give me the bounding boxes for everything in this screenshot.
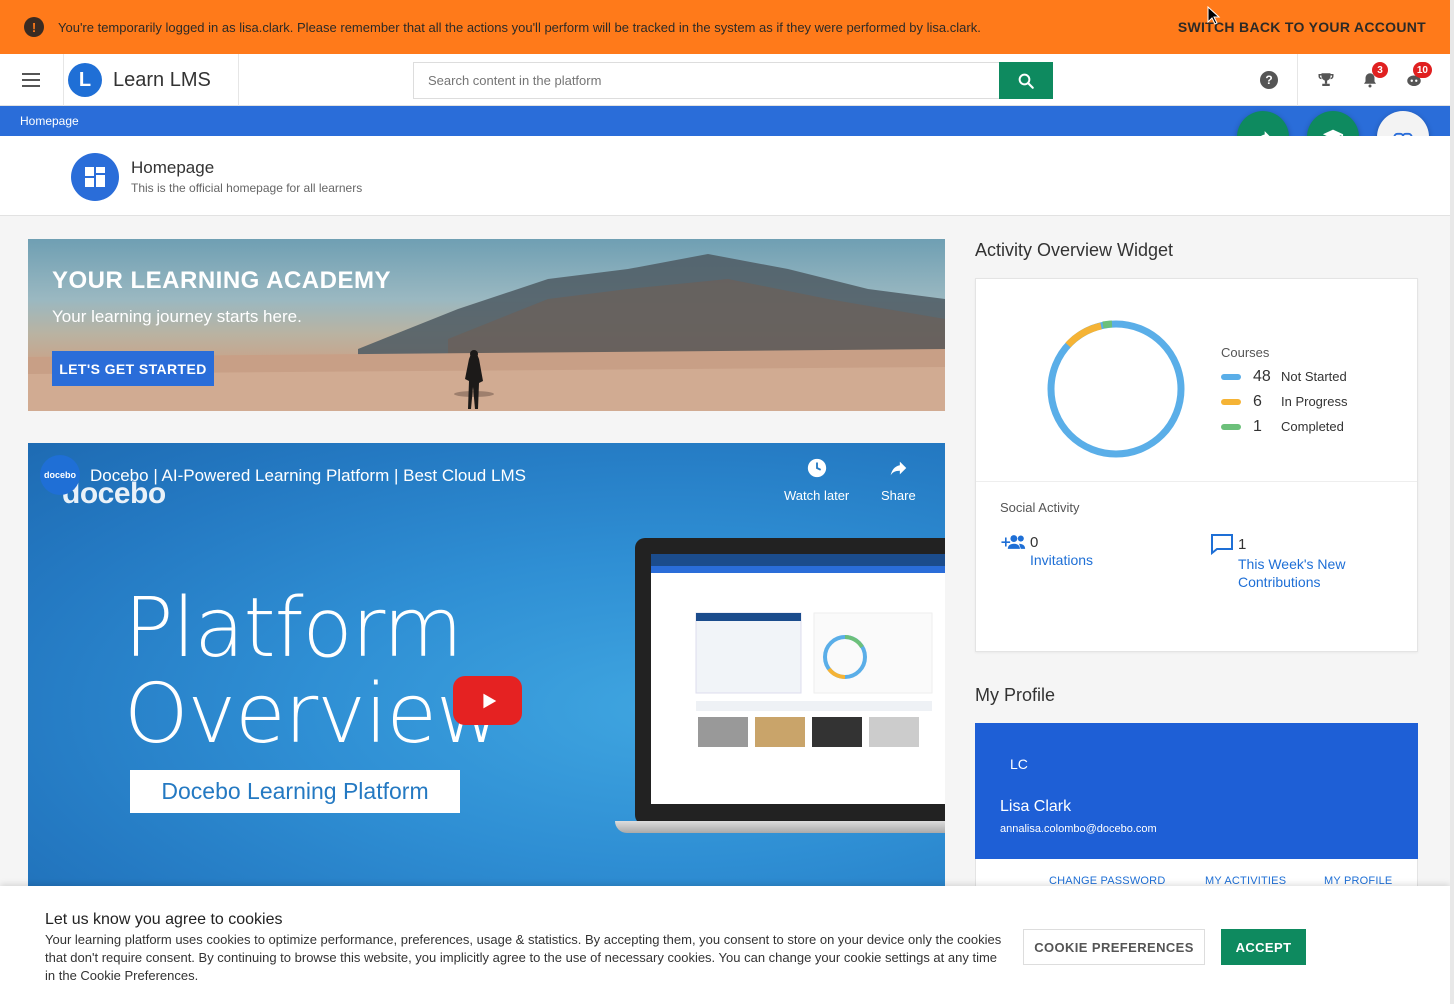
menu-icon[interactable]: [14, 68, 48, 92]
watch-later-button[interactable]: Watch later: [784, 457, 849, 503]
help-icon: ?: [1260, 71, 1278, 89]
cookie-text: Your learning platform uses cookies to o…: [45, 932, 1002, 983]
top-header: L Learn LMS ? 3 10: [0, 54, 1450, 106]
play-button[interactable]: [453, 676, 522, 725]
video-headline-line2: Overview: [124, 667, 503, 762]
widget-divider: [976, 481, 1417, 482]
profile-email: annalisa.colombo@docebo.com: [1000, 823, 1157, 835]
completed-swatch: [1221, 423, 1241, 430]
messages-badge: 10: [1412, 62, 1432, 78]
courses-label: Courses: [1221, 345, 1270, 360]
notifications-badge: 3: [1372, 62, 1388, 78]
logo-text: Learn LMS: [113, 68, 211, 91]
trophy-icon: [1318, 73, 1334, 86]
comment-icon: [1211, 534, 1233, 555]
not-started-count: 48: [1253, 367, 1271, 385]
legend-completed[interactable]: 1 Completed: [1221, 414, 1347, 439]
social-activity-title: Social Activity: [1000, 500, 1080, 515]
search-button[interactable]: [999, 62, 1053, 99]
in-progress-label: In Progress: [1281, 394, 1348, 409]
legend-in-progress[interactable]: 6 In Progress: [1221, 389, 1347, 414]
notifications-button[interactable]: 3: [1348, 54, 1392, 106]
profile-links: CHANGE PASSWORD MY ACTIVITIES MY PROFILE: [975, 859, 1418, 889]
page-header: Homepage This is the official homepage f…: [0, 136, 1450, 216]
contributions-link-line1[interactable]: This Week's New: [1238, 555, 1345, 573]
get-started-button[interactable]: LET'S GET STARTED: [52, 351, 214, 386]
invitations-count: 0: [1030, 533, 1039, 551]
hero-banner: YOUR LEARNING ACADEMY Your learning jour…: [28, 239, 945, 411]
contributions-link-line2[interactable]: Contributions: [1238, 573, 1345, 591]
invitations-link[interactable]: Invitations: [1030, 551, 1093, 569]
achievements-button[interactable]: [1304, 54, 1348, 106]
avatar[interactable]: LC: [1010, 756, 1028, 772]
logo-icon: L: [68, 63, 102, 97]
accept-cookies-button[interactable]: ACCEPT: [1221, 929, 1306, 965]
hero-subtitle: Your learning journey starts here.: [52, 307, 302, 326]
profile-card: LC Lisa Clark annalisa.colombo@docebo.co…: [975, 723, 1418, 859]
search-icon: [1018, 73, 1034, 89]
profile-name: Lisa Clark: [1000, 798, 1072, 815]
breadcrumb: Homepage: [0, 106, 1450, 136]
activity-widget-title: Activity Overview Widget: [975, 240, 1174, 260]
info-icon: !: [24, 17, 44, 37]
watch-later-label: Watch later: [784, 488, 850, 503]
header-divider: [1297, 54, 1298, 106]
invitations-block[interactable]: + 0 Invitations: [1000, 533, 1093, 569]
mouse-cursor-icon: [1207, 6, 1221, 25]
clock-icon: [807, 458, 826, 478]
courses-donut-chart: [1047, 320, 1185, 458]
cookie-preferences-button[interactable]: COOKIE PREFERENCES: [1023, 929, 1205, 965]
hero-title: YOUR LEARNING ACADEMY: [52, 267, 391, 294]
laptop-image: [615, 538, 945, 838]
legend-not-started[interactable]: 48 Not Started: [1221, 364, 1347, 389]
play-icon: [482, 693, 496, 708]
contributions-count: 1: [1238, 535, 1247, 553]
page-title: Homepage: [131, 158, 215, 177]
search-input[interactable]: [413, 62, 999, 99]
impersonation-message: You're temporarily logged in as lisa.cla…: [58, 19, 981, 35]
logo[interactable]: L Learn LMS: [63, 54, 239, 106]
activity-widget: Courses 48 Not Started 6 In Progress 1 C…: [975, 278, 1418, 652]
page-subtitle: This is the official homepage for all le…: [131, 181, 363, 195]
share-label: Share: [881, 488, 916, 503]
channel-avatar[interactable]: docebo: [40, 455, 80, 495]
completed-count: 1: [1253, 417, 1262, 435]
video-player[interactable]: docebo docebo Docebo | AI-Powered Learni…: [28, 443, 945, 886]
scrollbar[interactable]: [1450, 0, 1454, 1004]
impersonation-banner: ! You're temporarily logged in as lisa.c…: [0, 0, 1450, 54]
video-title[interactable]: Docebo | AI-Powered Learning Platform | …: [90, 466, 526, 486]
add-users-icon: +: [1000, 534, 1026, 550]
in-progress-count: 6: [1253, 392, 1262, 410]
dashboard-icon: [71, 153, 119, 201]
my-profile-title: My Profile: [975, 685, 1056, 705]
not-started-label: Not Started: [1281, 369, 1347, 384]
in-progress-swatch: [1221, 398, 1241, 405]
cookie-banner: Let us know you agree to cookies Your le…: [0, 886, 1450, 1004]
header-actions: ? 3 10: [1247, 54, 1436, 106]
messages-button[interactable]: 10: [1392, 54, 1436, 106]
share-icon: [891, 461, 907, 476]
not-started-swatch: [1221, 373, 1241, 380]
video-subtitle: Docebo Learning Platform: [130, 770, 460, 813]
video-share-button[interactable]: Share: [881, 457, 916, 503]
completed-label: Completed: [1281, 419, 1344, 434]
help-button[interactable]: ?: [1247, 54, 1291, 106]
cookie-title: Let us know you agree to cookies: [45, 911, 283, 928]
breadcrumb-homepage[interactable]: Homepage: [20, 114, 79, 128]
video-headline-line1: Platform: [124, 581, 463, 676]
courses-legend: Courses 48 Not Started 6 In Progress 1 C…: [1221, 345, 1347, 439]
contributions-block[interactable]: 1 This Week's New Contributions: [1210, 533, 1345, 591]
search-bar: [413, 62, 1053, 99]
